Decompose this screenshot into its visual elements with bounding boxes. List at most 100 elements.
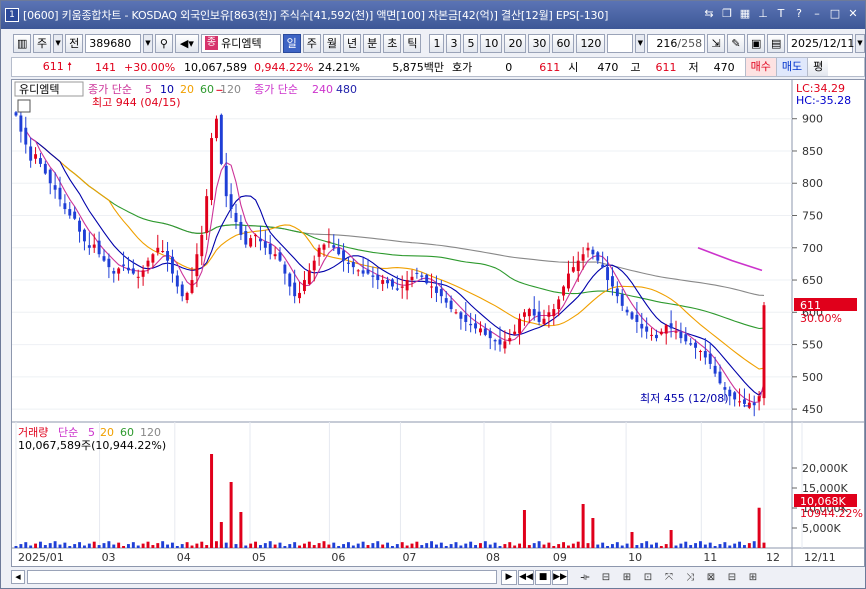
candle-body: [293, 282, 297, 297]
period-minute[interactable]: 분: [363, 33, 382, 53]
low-label: 저: [688, 61, 699, 74]
interval-10[interactable]: 10: [480, 33, 503, 53]
interval-60[interactable]: 60: [552, 33, 575, 53]
candle-body: [68, 209, 72, 216]
candle-body: [738, 401, 742, 403]
candle-body: [234, 212, 238, 222]
grid-icon[interactable]: ⊠: [702, 570, 720, 585]
speaker-icon[interactable]: ◀▾: [174, 33, 199, 53]
volume-bar: [161, 541, 165, 548]
candle-body: [708, 353, 712, 364]
candle-body: [332, 245, 336, 248]
candle-body: [474, 323, 478, 329]
volume-bar: [195, 543, 199, 548]
scroll-track[interactable]: [27, 570, 497, 584]
volume-bar: [327, 544, 331, 548]
vol-legend-ma5: 5: [88, 426, 95, 439]
tool-icon[interactable]: ✎: [727, 33, 746, 53]
chart-svg[interactable]: 900850800750700650600550500450 20,000K15…: [12, 80, 864, 566]
volume-bar: [58, 544, 62, 548]
legend-ma5: 5: [145, 83, 152, 96]
type-button[interactable]: 주: [33, 33, 52, 53]
candle-body: [610, 276, 614, 287]
code-input[interactable]: 389680: [85, 33, 142, 53]
table-icon[interactable]: [17, 99, 31, 113]
candle-body: [547, 312, 551, 317]
interval-1[interactable]: 1: [429, 33, 445, 53]
disk-icon[interactable]: ▣: [747, 33, 766, 53]
interval-dropdown-icon[interactable]: ▼: [635, 33, 646, 53]
eval-button[interactable]: 평: [807, 58, 829, 76]
code-dropdown-icon[interactable]: ▼: [143, 33, 153, 53]
count-input[interactable]: 216/258: [647, 33, 706, 53]
expand-icon[interactable]: ⇲: [707, 33, 726, 53]
fullscreen-icon[interactable]: ⊞: [744, 570, 762, 585]
candle-body: [239, 221, 243, 235]
volume-bar: [694, 543, 698, 548]
open-price: 470: [597, 60, 619, 74]
sell-button[interactable]: 매도: [775, 58, 808, 76]
interval-3[interactable]: 3: [446, 33, 462, 53]
type-dropdown-icon[interactable]: ▼: [53, 33, 64, 53]
scroll-left-icon[interactable]: ◀: [11, 570, 25, 584]
zoom-in-icon[interactable]: ⊞: [618, 570, 636, 585]
play-forward-icon[interactable]: ▶: [501, 569, 517, 585]
price-tick-label: 800: [802, 177, 823, 190]
reset-icon[interactable]: ⊡: [639, 570, 657, 585]
hoga-price: 611: [539, 60, 561, 74]
minimize-icon[interactable]: –: [811, 7, 823, 21]
buy-button[interactable]: 매수: [744, 58, 776, 76]
period-day[interactable]: 일: [282, 33, 301, 53]
layout-icon[interactable]: ▥: [13, 33, 31, 53]
interval-5[interactable]: 5: [463, 33, 479, 53]
date-dropdown-icon[interactable]: ▼: [855, 33, 865, 53]
restore-icon[interactable]: ❐: [721, 7, 733, 21]
help-icon[interactable]: ?: [793, 7, 805, 21]
candle-body: [620, 294, 624, 306]
candle-body: [576, 260, 580, 272]
volume-bar: [498, 546, 502, 548]
volume-bar: [762, 542, 766, 548]
legend-ma60: 60: [200, 83, 214, 96]
title-bar[interactable]: 1 [0600] 키움종합차트 - KOSDAQ 외국인보유[863(천)] 주…: [1, 1, 865, 29]
pin-icon[interactable]: ⊥: [757, 7, 769, 21]
candle-body: [14, 112, 18, 116]
low-annotation: 최저 455 (12/08): [640, 392, 729, 405]
split-icon[interactable]: ⊟: [723, 570, 741, 585]
volume-bar: [283, 546, 287, 548]
cross-icon[interactable]: ⤧: [660, 570, 678, 585]
period-week[interactable]: 주: [302, 33, 321, 53]
close-icon[interactable]: ✕: [847, 7, 859, 21]
period-second[interactable]: 초: [383, 33, 402, 53]
volume-bar: [576, 541, 580, 548]
volume-bar: [53, 541, 57, 548]
save-icon[interactable]: ▦: [739, 7, 751, 21]
wave-icon[interactable]: ⤨: [681, 570, 699, 585]
fast-forward-icon[interactable]: ▶▶: [552, 569, 568, 585]
period-month[interactable]: 월: [322, 33, 341, 53]
stock-name-field[interactable]: 종 유디엠텍: [200, 33, 281, 53]
zoom-out-icon[interactable]: ⊟: [597, 570, 615, 585]
zoom-slider-icon[interactable]: ⟛: [576, 570, 594, 585]
link-icon[interactable]: ⇆: [703, 7, 715, 21]
interval-30[interactable]: 30: [528, 33, 551, 53]
search-icon[interactable]: ⚲: [154, 33, 173, 53]
maximize-icon[interactable]: □: [829, 7, 841, 21]
interval-20[interactable]: 20: [504, 33, 527, 53]
stop-icon[interactable]: ■: [535, 569, 551, 585]
font-icon[interactable]: T: [775, 7, 787, 21]
interval-120[interactable]: 120: [576, 33, 606, 53]
volume-bar: [708, 542, 712, 548]
interval-custom-input[interactable]: [607, 33, 634, 53]
volume-bar: [346, 542, 350, 548]
calendar-icon[interactable]: ▤: [767, 33, 786, 53]
date-input[interactable]: 2025/12/11: [787, 33, 854, 53]
volume-spike-bar: [591, 518, 595, 548]
rewind-icon[interactable]: ◀◀: [518, 569, 534, 585]
prev-button[interactable]: 전: [65, 33, 84, 53]
period-tick[interactable]: 틱: [403, 33, 422, 53]
chart-area[interactable]: 900 850 800 750 700 650 600 550 500 450 20,000K 15…: [11, 79, 865, 567]
period-year[interactable]: 년: [342, 33, 362, 53]
volume-bar: [532, 543, 536, 548]
candle-body: [190, 280, 194, 293]
